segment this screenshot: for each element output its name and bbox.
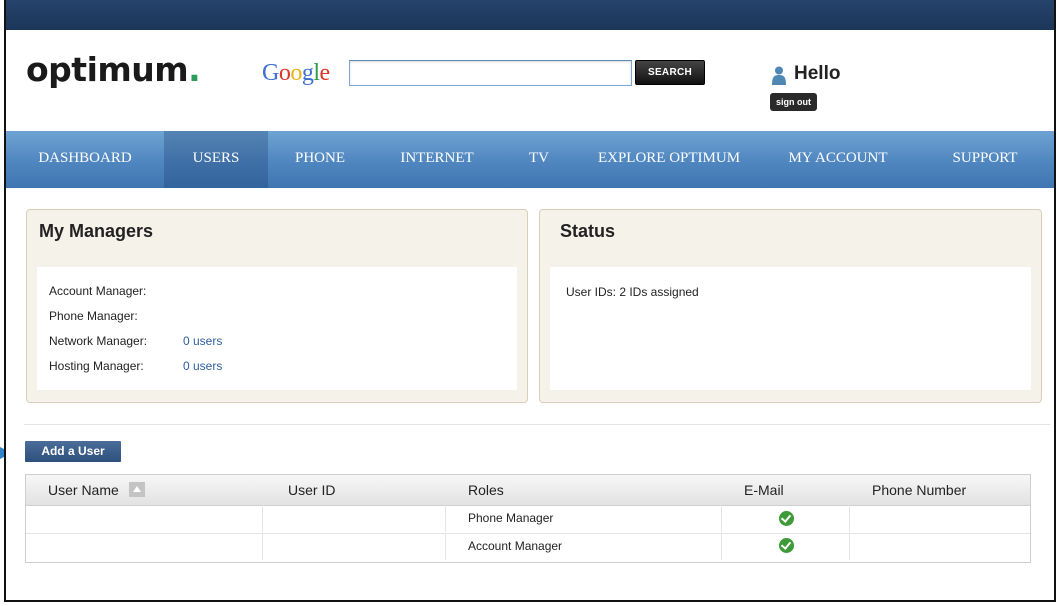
role-cell: Account Manager (468, 539, 563, 553)
google-logo: Google (262, 60, 330, 86)
table-row[interactable]: Phone Manager (26, 505, 1030, 534)
sign-out-button[interactable]: sign out (770, 93, 817, 111)
top-strip (6, 0, 1054, 30)
nav-item-internet[interactable]: INTERNET (372, 131, 502, 188)
user-name-cell (26, 533, 263, 560)
hosting-manager-users-link[interactable]: 0 users (183, 359, 222, 373)
check-icon (779, 511, 794, 526)
sort-ascending-icon[interactable] (129, 482, 145, 497)
phone-manager-label: Phone Manager: (49, 309, 138, 323)
network-manager-label: Network Manager: (49, 334, 148, 348)
panel-title: My Managers (39, 221, 154, 241)
nav-item-dashboard[interactable]: DASHBOARD (6, 131, 164, 188)
hosting-manager-label: Hosting Manager: (49, 359, 144, 373)
search-button[interactable]: SEARCH (635, 60, 705, 85)
network-manager-users-link[interactable]: 0 users (183, 334, 222, 348)
user-ids-status: User IDs: 2 IDs assigned (566, 285, 699, 299)
user-id-cell (263, 533, 446, 560)
search-input[interactable] (349, 60, 632, 86)
nav-item-explore-optimum[interactable]: EXPLORE OPTIMUM (576, 131, 762, 188)
nav-item-my-account[interactable]: MY ACCOUNT (762, 131, 914, 188)
user-id-cell (263, 505, 446, 532)
check-icon (779, 538, 794, 553)
browser-frame: optimum. Google SEARCH Hello sign out DA… (4, 0, 1056, 602)
logo-text: optimum (26, 50, 189, 89)
column-header-phone-number[interactable]: Phone Number (872, 475, 966, 505)
user-name-cell (26, 505, 263, 532)
email-cell (721, 533, 850, 560)
greeting: Hello (794, 63, 841, 84)
nav-item-tv[interactable]: TV (502, 131, 576, 188)
table-row[interactable]: Account Manager (26, 533, 1030, 561)
column-header-user-id[interactable]: User ID (288, 475, 335, 505)
status-panel: Status User IDs: 2 IDs assigned (539, 209, 1042, 403)
logo-dot: . (188, 50, 201, 89)
user-icon (772, 66, 786, 85)
users-table: User Name User ID Roles E-Mail Phone Num… (25, 474, 1031, 563)
nav-item-users[interactable]: USERS (164, 131, 268, 188)
managers-list: Account Manager: Phone Manager: Network … (37, 267, 517, 390)
nav-item-phone[interactable]: PHONE (268, 131, 372, 188)
role-cell: Phone Manager (468, 511, 554, 525)
panel-title: Status (560, 221, 616, 241)
column-header-user-name[interactable]: User Name (48, 475, 119, 505)
table-header: User Name User ID Roles E-Mail Phone Num… (26, 475, 1030, 506)
nav-item-support[interactable]: SUPPORT (914, 131, 1054, 188)
account-manager-label: Account Manager: (49, 284, 147, 298)
add-user-button[interactable]: Add a User (25, 441, 121, 462)
status-body: User IDs: 2 IDs assigned (550, 267, 1031, 390)
optimum-logo[interactable]: optimum. (26, 50, 201, 89)
column-header-email[interactable]: E-Mail (744, 475, 784, 505)
section-divider (24, 424, 1050, 425)
my-managers-panel: My Managers Account Manager: Phone Manag… (26, 209, 528, 403)
main-nav: DASHBOARD USERS PHONE INTERNET TV EXPLOR… (6, 131, 1054, 188)
email-cell (721, 505, 850, 532)
column-header-roles[interactable]: Roles (468, 475, 504, 505)
